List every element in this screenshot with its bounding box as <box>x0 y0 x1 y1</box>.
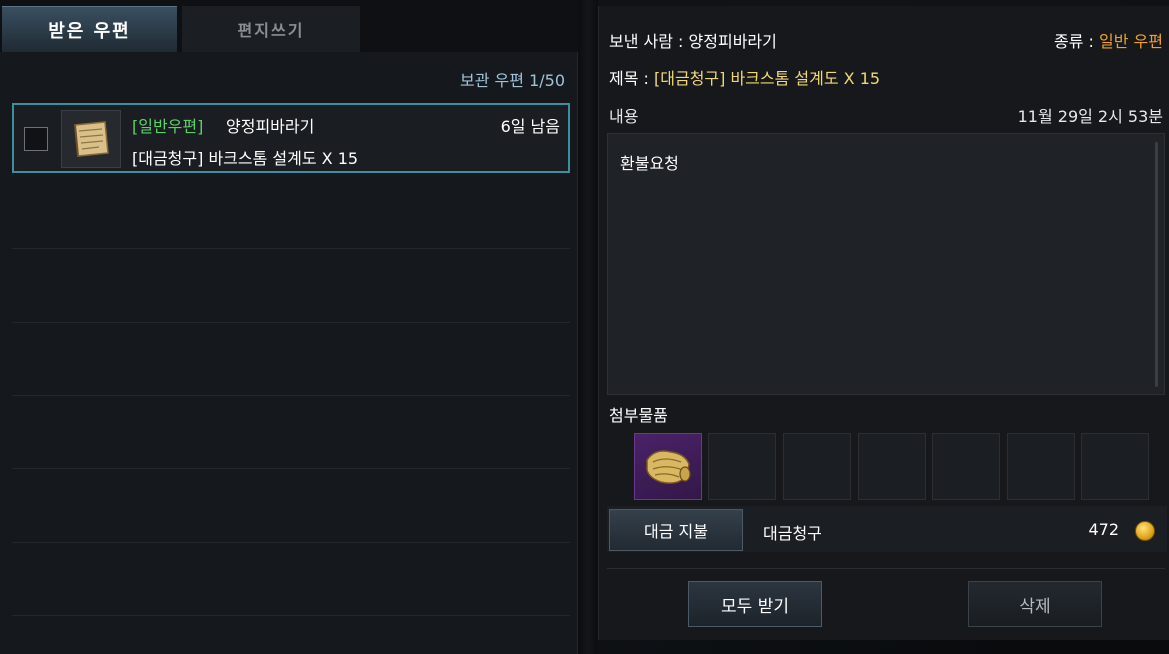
content-label: 내용 <box>609 107 639 126</box>
mail-subject: [대금청구] 바크스톰 설계도 X 15 <box>132 149 359 168</box>
row-divider <box>12 248 570 249</box>
attachment-slot-5[interactable] <box>932 433 1000 500</box>
mail-sender: 양정피바라기 <box>226 117 315 136</box>
gold-coin-icon <box>1135 521 1155 541</box>
attachment-slot-2[interactable] <box>708 433 776 500</box>
mail-type-tag: [일반우편] <box>132 117 204 136</box>
mail-content-box: 환불요청 <box>607 133 1165 395</box>
mail-select-checkbox[interactable] <box>24 127 48 151</box>
panel-gap <box>578 0 598 654</box>
mail-date: 11월 29일 2시 53분 <box>1017 107 1163 126</box>
storage-count: 보관 우편 1/50 <box>460 71 565 90</box>
mail-list <box>0 100 578 654</box>
cod-bar: 대금 지불 대금청구 472 <box>607 506 1167 552</box>
tab-write-mail[interactable]: 편지쓰기 <box>182 6 360 52</box>
attachment-slot-1[interactable] <box>634 433 702 500</box>
row-divider <box>12 542 570 543</box>
blueprint-scroll-icon <box>61 110 121 168</box>
row-divider <box>12 468 570 469</box>
mailbox-panel: 받은 우편 편지쓰기 보관 우편 1/50 [일반우편] 양정피바라기 6일 남… <box>0 0 578 654</box>
attachment-slot-3[interactable] <box>783 433 851 500</box>
blueprint-scroll-icon <box>646 449 691 484</box>
mail-type-label: 종류 : <box>1054 32 1100 51</box>
footer-divider <box>607 568 1165 569</box>
title-row: 제목 : [대금청구] 바크스톰 설계도 X 15 <box>609 65 880 89</box>
attachment-slot-6[interactable] <box>1007 433 1075 500</box>
attachment-slot-4[interactable] <box>858 433 926 500</box>
cod-amount: 472 <box>1088 520 1119 539</box>
mail-type-row: 종류 : 일반 우편 <box>1054 28 1163 52</box>
pay-cod-button[interactable]: 대금 지불 <box>609 509 743 551</box>
row-divider <box>12 322 570 323</box>
mail-content-text: 환불요청 <box>620 154 679 173</box>
row-divider <box>12 395 570 396</box>
sender-name: 양정피바라기 <box>688 32 777 51</box>
title-value: [대금청구] 바크스톰 설계도 X 15 <box>654 69 881 88</box>
sender-row: 보낸 사람 : 양정피바라기 <box>609 28 777 52</box>
content-scrollbar[interactable] <box>1155 142 1158 387</box>
mail-type-value: 일반 우편 <box>1099 32 1163 51</box>
attachments-label: 첨부물품 <box>609 406 668 425</box>
row-divider <box>12 615 570 616</box>
attachment-slot-7[interactable] <box>1081 433 1149 500</box>
delete-button[interactable]: 삭제 <box>968 581 1102 627</box>
sender-label: 보낸 사람 : <box>609 32 689 51</box>
receive-all-button[interactable]: 모두 받기 <box>688 581 822 627</box>
cod-label: 대금청구 <box>763 524 822 543</box>
tab-received-mail[interactable]: 받은 우편 <box>2 6 177 52</box>
mail-remaining-days: 6일 남음 <box>500 117 560 136</box>
title-label: 제목 : <box>609 69 655 88</box>
mailbox-tabs: 받은 우편 편지쓰기 <box>0 0 578 52</box>
mail-detail-panel: 보낸 사람 : 양정피바라기 종류 : 일반 우편 제목 : [대금청구] 바크… <box>598 6 1169 640</box>
mail-list-item[interactable]: [일반우편] 양정피바라기 6일 남음 [대금청구] 바크스톰 설계도 X 15 <box>12 103 570 173</box>
